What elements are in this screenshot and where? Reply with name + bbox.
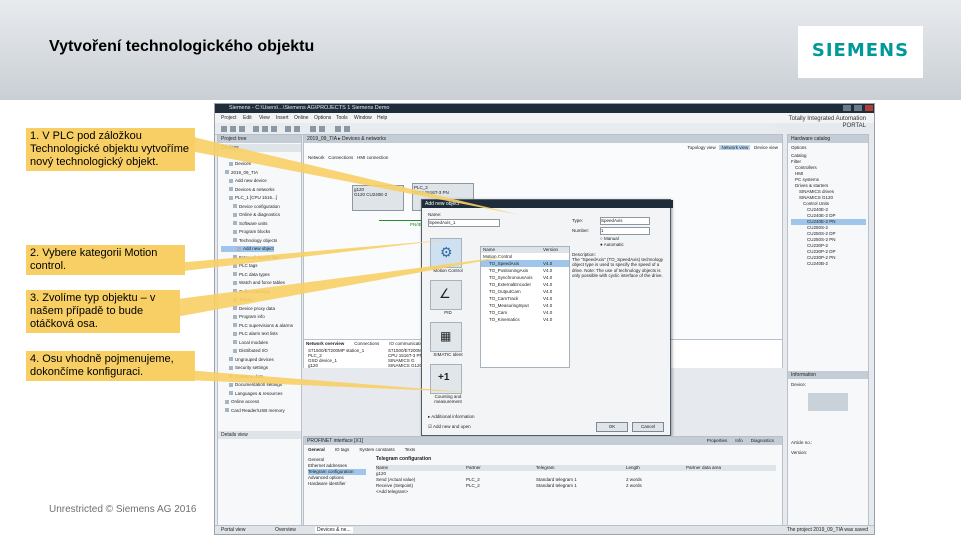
leader-2 [175, 240, 445, 272]
callout-step-1: 1. V PLC pod záložkou Technologické obje… [26, 128, 195, 171]
leader-1 [185, 135, 520, 215]
callout-step-4: 4. Osu vhodně pojmenujeme, dokončíme kon… [26, 351, 195, 381]
callout-step-2: 2. Vybere kategorii Motion control. [26, 245, 185, 275]
slide-footer: Unrestricted © Siemens AG 2016 [49, 504, 197, 515]
leader-4 [185, 370, 465, 392]
callout-step-3: 3. Zvolíme typ objektu – v našem případě… [26, 290, 180, 333]
